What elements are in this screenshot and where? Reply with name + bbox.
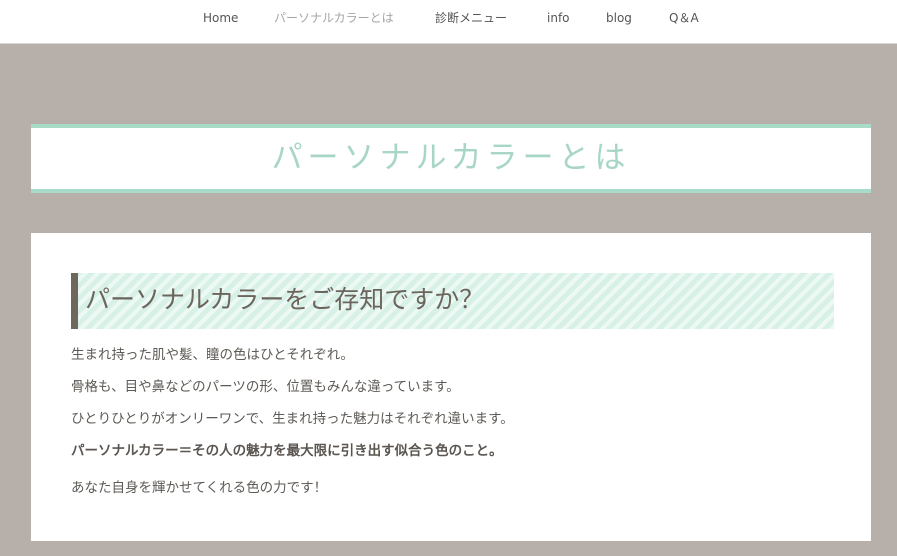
paragraph-1: 生まれ持った肌や髪、瞳の色はひとそれぞれ。 (71, 347, 354, 363)
section-heading: パーソナルカラーをご存知ですか？ (71, 273, 834, 329)
page-title-band: パーソナルカラーとは (31, 124, 871, 193)
nav-info-link[interactable]: info (547, 10, 570, 26)
paragraph-3: ひとりひとりがオンリーワンで、生まれ持った魅力はそれぞれ違います。 (71, 411, 514, 427)
nav-home-link[interactable]: Home (203, 10, 238, 26)
nav-blog-link[interactable]: blog (606, 10, 632, 26)
paragraph-2: 骨格も、目や鼻などのパーツの形、位置もみんな違っています。 (71, 379, 460, 395)
paragraph-highlight: パーソナルカラー＝その人の魅力を最大限に引き出す似合う色のこと。 (71, 443, 503, 459)
page-title: パーソナルカラーとは (271, 140, 631, 176)
content-card: パーソナルカラーをご存知ですか？ 生まれ持った肌や髪、瞳の色はひとそれぞれ。 骨… (31, 233, 871, 541)
section-heading-text: パーソナルカラーをご存知ですか？ (85, 285, 485, 314)
paragraph-5: あなた自身を輝かせてくれる色の力です！ (71, 480, 328, 496)
top-navigation: Home パーソナルカラーとは 診断メニュー info blog Q＆A (0, 0, 897, 44)
nav-qa-link[interactable]: Q＆A (669, 10, 699, 26)
nav-personal-color-link[interactable]: パーソナルカラーとは (274, 10, 394, 26)
nav-diagnosis-menu-link[interactable]: 診断メニュー (435, 10, 507, 26)
